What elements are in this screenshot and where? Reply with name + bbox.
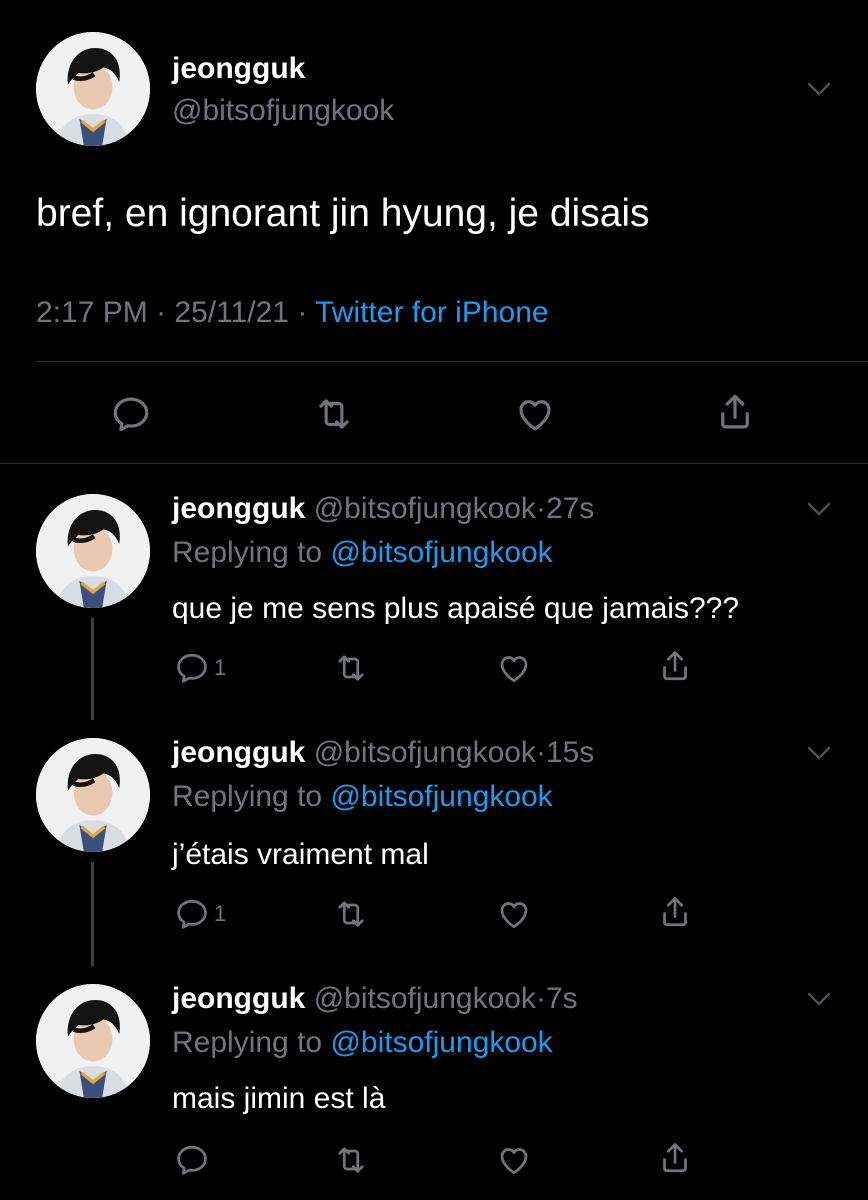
- reply-count: 1: [214, 655, 227, 680]
- retweet-button[interactable]: [333, 650, 369, 686]
- reply-header: jeongguk @bitsofjungkook·7s: [172, 982, 578, 1016]
- like-button[interactable]: [496, 650, 532, 686]
- replying-to: Replying to @bitsofjungkook: [172, 780, 553, 814]
- avatar[interactable]: [36, 494, 150, 608]
- retweet-icon: [333, 650, 369, 686]
- reply-button[interactable]: [110, 393, 152, 435]
- share-button[interactable]: [714, 391, 756, 433]
- tweet-time: 2:17 PM: [36, 296, 148, 329]
- divider: [0, 463, 868, 464]
- share-icon: [657, 648, 693, 684]
- reply-time: 27s: [545, 492, 595, 525]
- profile-photo: [36, 494, 150, 608]
- tweet-meta: 2:17 PM · 25/11/21 · Twitter for iPhone: [36, 296, 549, 330]
- retweet-icon: [333, 1142, 369, 1178]
- handle[interactable]: @bitsofjungkook: [314, 982, 536, 1015]
- share-icon: [657, 894, 693, 930]
- profile-photo: [36, 738, 150, 852]
- retweet-icon: [313, 393, 355, 435]
- retweet-button[interactable]: [333, 896, 369, 932]
- share-icon: [657, 1140, 693, 1176]
- replying-to-label: Replying to: [172, 780, 323, 813]
- like-icon: [496, 650, 532, 686]
- like-icon: [514, 393, 556, 435]
- like-icon: [496, 896, 532, 932]
- reply-button[interactable]: 1: [174, 650, 226, 686]
- replying-to-link[interactable]: @bitsofjungkook: [330, 780, 552, 813]
- replying-to-link[interactable]: @bitsofjungkook: [330, 536, 552, 569]
- reply-text: que je me sens plus apaisé que jamais???: [172, 592, 740, 625]
- replying-to-label: Replying to: [172, 1026, 323, 1059]
- reply-text: mais jimin est là: [172, 1082, 386, 1115]
- chevron-down-icon[interactable]: [804, 984, 834, 1014]
- display-name[interactable]: jeongguk: [172, 982, 305, 1015]
- handle[interactable]: @bitsofjungkook: [314, 736, 536, 769]
- handle[interactable]: @bitsofjungkook: [314, 492, 536, 525]
- display-name[interactable]: jeongguk: [172, 736, 305, 769]
- reply-header: jeongguk @bitsofjungkook·27s: [172, 492, 594, 526]
- display-name[interactable]: jeongguk: [172, 52, 305, 86]
- share-icon: [714, 391, 756, 433]
- reply-icon: [110, 393, 152, 435]
- avatar[interactable]: [36, 738, 150, 852]
- profile-photo: [36, 32, 150, 146]
- retweet-button[interactable]: [333, 1142, 369, 1178]
- thread-line: [91, 862, 94, 966]
- share-button[interactable]: [657, 894, 693, 930]
- replying-to-link[interactable]: @bitsofjungkook: [330, 1026, 552, 1059]
- retweet-button[interactable]: [313, 393, 355, 435]
- chevron-down-icon[interactable]: [804, 494, 834, 524]
- reply-time: 15s: [545, 736, 595, 769]
- thread-line: [91, 618, 94, 720]
- share-button[interactable]: [657, 648, 693, 684]
- replying-to: Replying to @bitsofjungkook: [172, 536, 553, 570]
- reply-button[interactable]: [174, 1142, 210, 1178]
- reply-icon: [174, 650, 210, 686]
- reply-time: 7s: [545, 982, 578, 1015]
- chevron-down-icon[interactable]: [804, 738, 834, 768]
- chevron-down-icon[interactable]: [804, 74, 834, 104]
- reply-header: jeongguk @bitsofjungkook·15s: [172, 736, 594, 770]
- like-icon: [496, 1142, 532, 1178]
- avatar[interactable]: [36, 32, 150, 146]
- meta-separator: ·: [297, 296, 308, 329]
- like-button[interactable]: [496, 896, 532, 932]
- replying-to-label: Replying to: [172, 536, 323, 569]
- like-button[interactable]: [496, 1142, 532, 1178]
- reply-text: j’étais vraiment mal: [172, 838, 429, 871]
- avatar[interactable]: [36, 984, 150, 1098]
- reply-icon: [174, 1142, 210, 1178]
- display-name[interactable]: jeongguk: [172, 492, 305, 525]
- dot-separator: ·: [535, 982, 546, 1015]
- dot-separator: ·: [535, 492, 546, 525]
- reply-button[interactable]: 1: [174, 896, 226, 932]
- share-button[interactable]: [657, 1140, 693, 1176]
- reply-icon: [174, 896, 210, 932]
- retweet-icon: [333, 896, 369, 932]
- tweet-text: bref, en ignorant jin hyung, je disais: [36, 192, 650, 235]
- dot-separator: ·: [535, 736, 546, 769]
- tweet-date: 25/11/21: [174, 296, 289, 329]
- profile-photo: [36, 984, 150, 1098]
- divider: [36, 361, 868, 362]
- replying-to: Replying to @bitsofjungkook: [172, 1026, 553, 1060]
- like-button[interactable]: [514, 393, 556, 435]
- meta-separator: ·: [156, 296, 167, 329]
- reply-count: 1: [214, 901, 227, 926]
- handle[interactable]: @bitsofjungkook: [172, 94, 394, 128]
- tweet-source-link[interactable]: Twitter for iPhone: [315, 296, 548, 329]
